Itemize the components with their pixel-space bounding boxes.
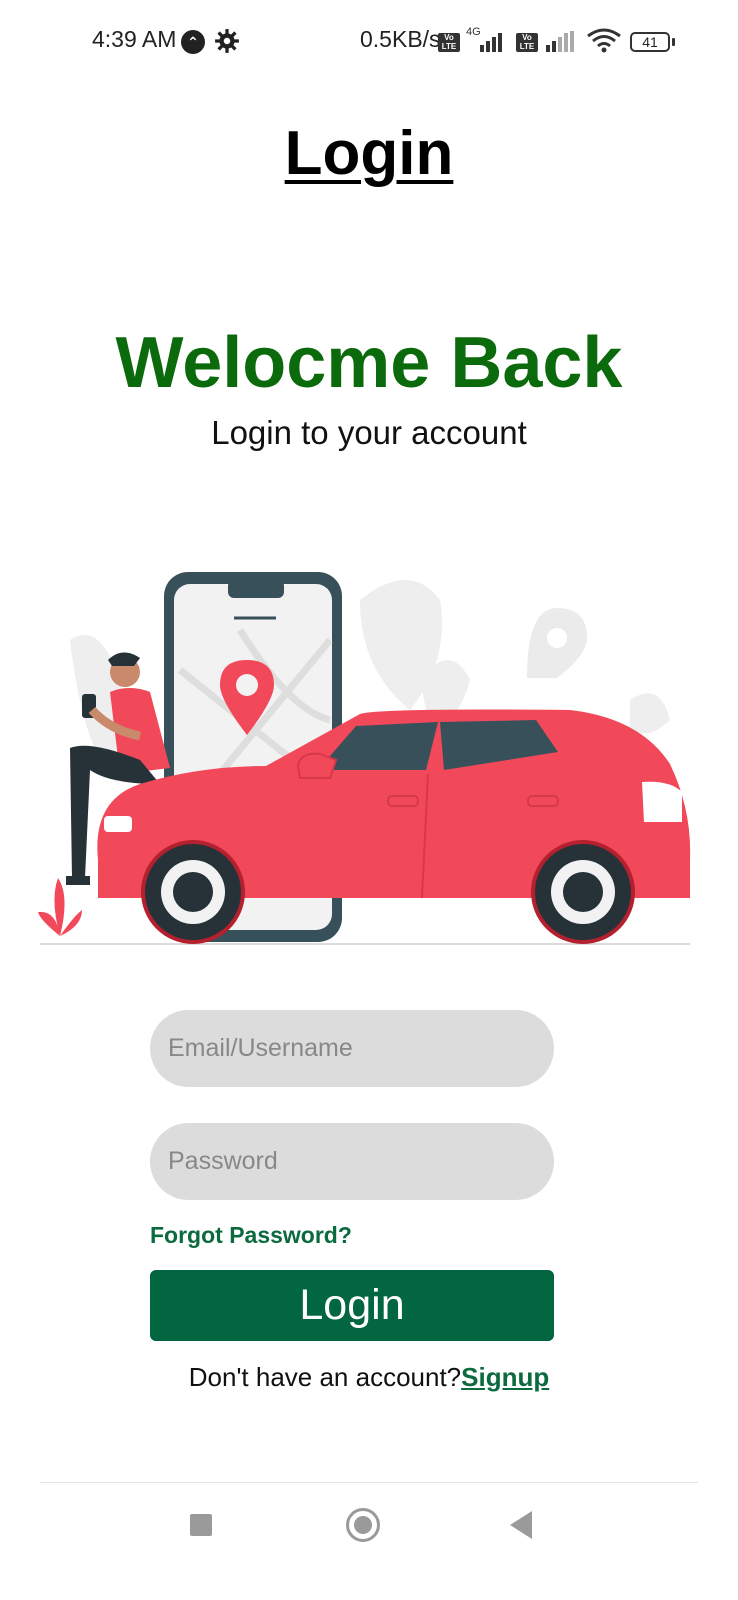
status-time: 4:39 AM (92, 26, 177, 52)
welcome-subheading: Login to your account (211, 414, 527, 451)
page-title: Login (284, 119, 454, 188)
volte-icon: Vo LTE (438, 33, 460, 52)
car-phone-illustration (38, 572, 691, 945)
battery-icon: 41 (630, 32, 670, 52)
email-username-input[interactable] (150, 1010, 554, 1087)
signal-icon (480, 33, 502, 52)
home-circle-inner (354, 1516, 372, 1534)
signup-row: Don't have an account?Signup (0, 1362, 738, 1393)
signup-prompt: Don't have an account? (188, 1362, 462, 1392)
settings-gear-icon (215, 29, 239, 53)
signal-icon-2 (546, 31, 574, 52)
navigation-icon: ⌃ (181, 30, 205, 54)
status-bar: 4:39 AM ⌃ 0.5KB/s Vo LTE 4G Vo LTE 41 (0, 0, 738, 86)
login-button[interactable]: Login (150, 1270, 554, 1341)
battery-tip (672, 38, 675, 46)
password-input[interactable] (150, 1123, 554, 1200)
welcome-heading: Welocme Back (115, 323, 623, 403)
signup-link[interactable]: Signup (461, 1362, 549, 1392)
recents-square-icon[interactable] (190, 1514, 212, 1536)
back-triangle-icon[interactable] (510, 1511, 532, 1539)
wifi-icon (587, 28, 621, 53)
forgot-password-link[interactable]: Forgot Password? (150, 1222, 352, 1249)
nav-divider (40, 1482, 698, 1483)
volte-icon-2: Vo LTE (516, 33, 538, 52)
network-speed: 0.5KB/s (360, 26, 441, 52)
